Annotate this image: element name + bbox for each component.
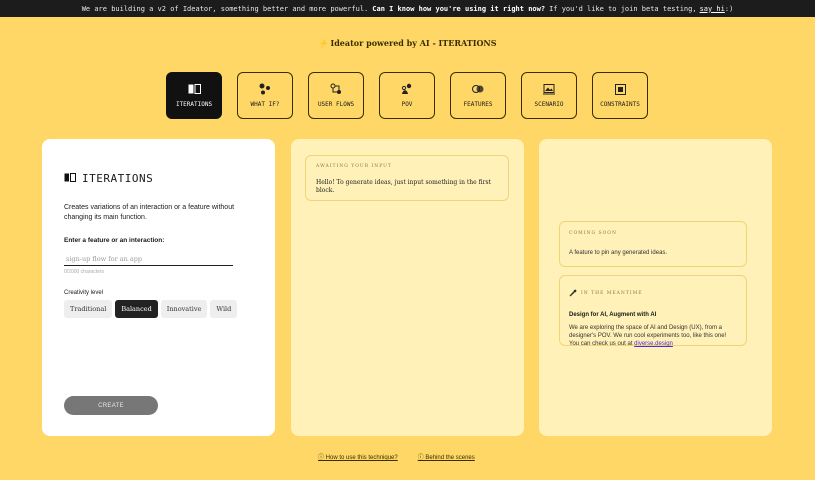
banner-prefix: We are building a v2 of Ideator, somethi… [81, 4, 369, 13]
technique-tabs: ITERATIONS WHAT IF? USER FLOWS POV FEATU… [166, 72, 648, 119]
tab-user-flows[interactable]: USER FLOWS [308, 72, 364, 119]
awaiting-input-card: AWAITING YOUR INPUT Hello! To generate i… [305, 155, 509, 201]
tab-features[interactable]: FEATURES [450, 72, 506, 119]
behind-the-scenes-link[interactable]: ⓘ Behind the scenes [418, 452, 475, 461]
features-icon [471, 83, 485, 95]
input-panel: ITERATIONS Creates variations of an inte… [42, 139, 275, 436]
creativity-innovative[interactable]: Innovative [160, 300, 208, 318]
technique-description: Creates variations of an interaction or … [64, 204, 235, 221]
tab-label: SCENARIO [534, 101, 564, 108]
panel-title-text: ITERATIONS [82, 172, 154, 185]
info-panel: COMING SOON A feature to pin any generat… [539, 139, 772, 436]
tab-scenario[interactable]: SCENARIO [521, 72, 577, 119]
user-flows-icon [329, 83, 343, 95]
pov-icon [400, 83, 414, 95]
creativity-traditional[interactable]: Traditional [64, 300, 113, 318]
scenario-icon [542, 83, 556, 95]
char-count: 0/2000 characters [64, 269, 105, 275]
tab-label: CONSTRAINTS [600, 101, 640, 108]
say-hi-link[interactable]: say hi [700, 5, 725, 13]
create-button[interactable]: CREATE [64, 396, 158, 415]
meantime-card: IN THE MEANTIME Design for AI, Augment w… [559, 275, 747, 348]
tab-label: WHAT IF? [250, 101, 280, 108]
awaiting-message: Hello! To generate ideas, just input som… [316, 179, 491, 194]
creativity-wild[interactable]: Wild [210, 300, 238, 318]
iterations-icon [64, 172, 76, 185]
banner-question-link[interactable]: Can I know how you're using it right now… [372, 5, 545, 13]
footer-links: ⓘ How to use this technique? ⓘ Behind th… [318, 452, 475, 461]
meantime-tag: IN THE MEANTIME [581, 290, 643, 296]
tab-iterations[interactable]: ITERATIONS [166, 72, 222, 119]
output-panel: AWAITING YOUR INPUT Hello! To generate i… [291, 139, 524, 436]
creativity-options: Traditional Balanced Innovative Wild [64, 300, 253, 318]
brand-text: Ideator powered by AI - ITERATIONS [330, 38, 497, 48]
constraints-icon [613, 83, 627, 95]
tab-label: POV [401, 101, 413, 108]
creativity-balanced[interactable]: Balanced [115, 300, 158, 318]
banner-suffix: If you'd like to join beta testing, [549, 4, 697, 13]
tab-label: FEATURES [463, 101, 493, 108]
iterations-icon [187, 83, 201, 95]
tab-what-if[interactable]: WHAT IF? [237, 72, 293, 119]
input-label: Enter a feature or an interaction: [64, 237, 165, 244]
tab-label: ITERATIONS [175, 101, 213, 108]
coming-soon-card: COMING SOON A feature to pin any generat… [559, 221, 747, 267]
how-to-use-link[interactable]: ⓘ How to use this technique? [318, 452, 398, 461]
feature-input[interactable] [64, 252, 233, 266]
coming-soon-text: A feature to pin any generated ideas. [569, 250, 668, 256]
brand-title: ⚡ Ideator powered by AI - ITERATIONS [0, 38, 815, 48]
tab-constraints[interactable]: CONSTRAINTS [592, 72, 648, 119]
banner-end: :) [724, 4, 734, 13]
meantime-text: We are exploring the space of AI and Des… [569, 324, 737, 348]
creativity-label: Creativity level [64, 290, 104, 296]
meantime-header: IN THE MEANTIME [569, 284, 737, 302]
tools-icon [569, 284, 577, 302]
meantime-title: Design for AI, Augment with AI [569, 312, 657, 318]
diverse-design-link[interactable]: diverse.design [634, 341, 673, 347]
panel-title: ITERATIONS [64, 172, 253, 185]
tab-label: USER FLOWS [317, 101, 355, 108]
what-if-icon [258, 83, 272, 95]
coming-soon-tag: COMING SOON [569, 231, 617, 236]
tab-pov[interactable]: POV [379, 72, 435, 119]
bolt-icon: ⚡ [318, 38, 329, 48]
awaiting-tag: AWAITING YOUR INPUT [316, 164, 392, 169]
top-banner: We are building a v2 of Ideator, somethi… [0, 0, 815, 17]
